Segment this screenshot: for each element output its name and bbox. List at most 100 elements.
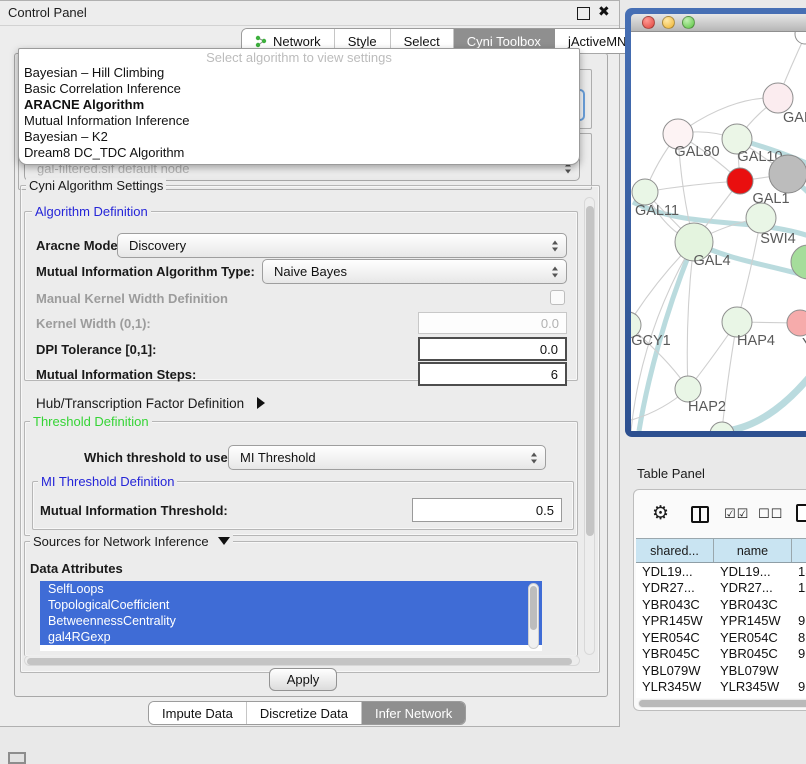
manual-kernel-checkbox[interactable] bbox=[550, 290, 565, 305]
aracne-mode-label: Aracne Mode: bbox=[36, 238, 122, 253]
table-toolbar: ⚙ ☑☑ ☐☐ bbox=[634, 498, 806, 534]
tab-impute-data[interactable]: Impute Data bbox=[149, 702, 247, 724]
network-node-swi4[interactable] bbox=[746, 203, 776, 233]
network-node-y[interactable] bbox=[787, 310, 806, 336]
data-attributes-list[interactable]: SelfLoopsTopologicalCoefficientBetweenne… bbox=[40, 581, 542, 651]
dpi-tolerance-field[interactable]: 0.0 bbox=[418, 337, 567, 361]
algorithm-dropdown-popup: Select algorithm to view settings Bayesi… bbox=[18, 48, 580, 165]
tab-discretize-data[interactable]: Discretize Data bbox=[247, 702, 362, 724]
network-graph: GALGAL80GAL10GAL1GAL11SWI4GAL4GCY1HAP4YH… bbox=[631, 32, 806, 431]
network-canvas[interactable]: GALGAL80GAL10GAL1GAL11SWI4GAL4GCY1HAP4YH… bbox=[631, 32, 806, 431]
table-cell: YPR145W bbox=[636, 613, 714, 628]
algorithm-option[interactable]: Bayesian – Hill Climbing bbox=[19, 65, 579, 81]
zoom-traffic-light-icon[interactable] bbox=[682, 16, 695, 29]
table-panel: ⚙ ☑☑ ☐☐ shared...nameA YDL19...YDL19...1… bbox=[633, 489, 806, 711]
dropdown-item-list: Bayesian – Hill ClimbingBasic Correlatio… bbox=[19, 65, 579, 161]
table-cell: YER054C bbox=[636, 630, 714, 645]
network-node-gal[interactable] bbox=[763, 83, 793, 113]
export-table-icon[interactable] bbox=[796, 504, 806, 522]
algorithm-option[interactable]: ARACNE Algorithm bbox=[19, 97, 579, 113]
hub-definition-toggle[interactable]: Hub/Transcription Factor Definition bbox=[36, 396, 265, 411]
node-label: Y bbox=[802, 336, 806, 352]
table-cell: YDR27... bbox=[714, 580, 792, 595]
network-node[interactable] bbox=[795, 32, 806, 44]
network-node-gal11[interactable] bbox=[632, 179, 658, 205]
collapsed-arrow-icon bbox=[257, 397, 265, 409]
hscroll-thumb[interactable] bbox=[27, 658, 572, 665]
collapsed-panel-button[interactable] bbox=[8, 752, 26, 764]
aracne-mode-combobox[interactable]: Discovery bbox=[117, 233, 567, 258]
spinner-icon bbox=[552, 240, 558, 251]
attribute-item[interactable]: gal4RGexp bbox=[40, 629, 542, 645]
table-hscroll-thumb[interactable] bbox=[639, 700, 806, 707]
mi-steps-field[interactable]: 6 bbox=[418, 362, 567, 386]
vscroll-thumb[interactable] bbox=[586, 206, 594, 536]
mi-threshold-field[interactable]: 0.5 bbox=[412, 498, 562, 522]
node-label: GAL4 bbox=[693, 253, 730, 269]
select-all-icon[interactable]: ☑☑ bbox=[724, 506, 749, 522]
column-header[interactable]: A bbox=[792, 539, 806, 562]
attributes-scrollbar[interactable] bbox=[528, 583, 539, 649]
minimize-traffic-light-icon[interactable] bbox=[662, 16, 675, 29]
apply-button[interactable]: Apply bbox=[269, 668, 337, 691]
algorithm-option[interactable]: Bayesian – K2 bbox=[19, 129, 579, 145]
table-cell: 13... bbox=[792, 564, 806, 579]
network-node-gal1[interactable] bbox=[727, 168, 753, 194]
spinner-icon bbox=[552, 266, 558, 277]
mi-type-combobox[interactable]: Naive Bayes bbox=[262, 259, 567, 284]
close-traffic-light-icon[interactable] bbox=[642, 16, 655, 29]
show-columns-icon[interactable] bbox=[691, 506, 709, 523]
node-label: GCY1 bbox=[631, 333, 671, 349]
network-node[interactable] bbox=[769, 155, 806, 193]
algorithm-option[interactable]: Basic Correlation Inference bbox=[19, 81, 579, 97]
gear-icon[interactable]: ⚙ bbox=[652, 502, 669, 525]
deselect-all-icon[interactable]: ☐☐ bbox=[758, 506, 783, 522]
close-panel-icon[interactable]: ✖ bbox=[598, 3, 610, 20]
table-row[interactable]: YDR27...YDR27...12... bbox=[636, 580, 806, 597]
table-cell: 9. bbox=[792, 679, 806, 694]
group-title: Algorithm Definition bbox=[32, 204, 151, 219]
tab-infer-network[interactable]: Infer Network bbox=[362, 702, 465, 724]
node-label: GAL80 bbox=[674, 144, 719, 160]
table-row[interactable]: YPR145WYPR145W9. bbox=[636, 613, 806, 630]
column-header[interactable]: name bbox=[714, 539, 792, 562]
hub-definition-label: Hub/Transcription Factor Definition bbox=[36, 396, 244, 411]
table-hscrollbar[interactable] bbox=[638, 699, 806, 708]
node-label: HAP4 bbox=[737, 333, 775, 349]
float-panel-icon[interactable] bbox=[577, 7, 590, 20]
table-row[interactable]: YBL079WYBL079W bbox=[636, 662, 806, 679]
table-cell: YBL079W bbox=[636, 663, 714, 678]
network-node[interactable] bbox=[710, 422, 734, 431]
table-row[interactable]: YBR045CYBR045C9. bbox=[636, 646, 806, 663]
group-title: Cyni Algorithm Settings bbox=[26, 178, 166, 193]
table-row[interactable]: YBR043CYBR043C bbox=[636, 596, 806, 613]
network-window-titlebar[interactable] bbox=[631, 14, 806, 32]
table-row[interactable]: YLR345WYLR345W9. bbox=[636, 679, 806, 696]
kernel-width-field[interactable]: 0.0 bbox=[418, 312, 567, 334]
kernel-width-label: Kernel Width (0,1): bbox=[36, 316, 151, 331]
attribute-item[interactable]: BetweennessCentrality bbox=[40, 613, 542, 629]
tab-label: Network bbox=[273, 34, 321, 49]
table-panel-title: Table Panel bbox=[637, 466, 705, 481]
attributes-scroll-thumb[interactable] bbox=[530, 586, 537, 630]
column-header[interactable]: shared... bbox=[636, 539, 714, 562]
combobox-value: Naive Bayes bbox=[274, 264, 347, 279]
panel-title: Control Panel bbox=[8, 5, 87, 20]
algorithm-option[interactable]: Mutual Information Inference bbox=[19, 113, 579, 129]
node-table[interactable]: shared...nameA YDL19...YDL19...13...YDR2… bbox=[636, 538, 806, 698]
table-row[interactable]: YDL19...YDL19...13... bbox=[636, 563, 806, 580]
settings-hscrollbar[interactable] bbox=[24, 655, 580, 666]
attribute-item[interactable]: SelfLoops bbox=[40, 581, 542, 597]
combobox-value: MI Threshold bbox=[240, 450, 316, 465]
table-row[interactable]: YIL052CYIL052C9. bbox=[636, 695, 806, 698]
expanded-arrow-icon bbox=[218, 537, 230, 545]
settings-vscrollbar[interactable] bbox=[584, 197, 595, 655]
sources-toggle[interactable]: Sources for Network Inference bbox=[30, 534, 233, 549]
which-threshold-combobox[interactable]: MI Threshold bbox=[228, 445, 546, 470]
algorithm-option[interactable]: Dream8 DC_TDC Algorithm bbox=[19, 145, 579, 161]
table-cell: 8. bbox=[792, 630, 806, 645]
attribute-item[interactable]: TopologicalCoefficient bbox=[40, 597, 542, 613]
group-title: MI Threshold Definition bbox=[38, 474, 177, 489]
table-cell: YER054C bbox=[714, 630, 792, 645]
table-row[interactable]: YER054CYER054C8. bbox=[636, 629, 806, 646]
